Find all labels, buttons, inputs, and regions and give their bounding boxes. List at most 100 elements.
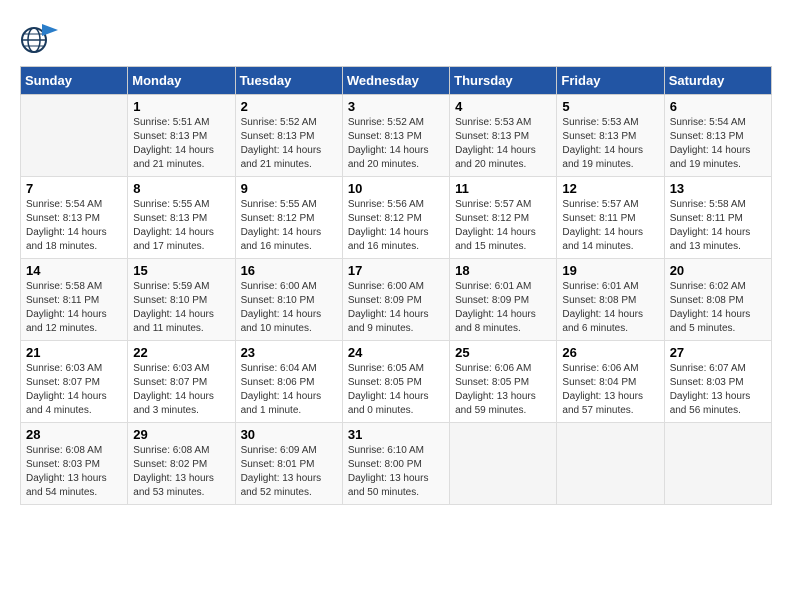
day-info: Sunrise: 5:53 AMSunset: 8:13 PMDaylight:… [562,116,658,172]
calendar-cell: 7Sunrise: 5:54 AMSunset: 8:13 PMDaylight… [21,177,128,259]
day-number: 12 [562,181,658,196]
day-info: Sunrise: 5:58 AMSunset: 8:11 PMDaylight:… [26,280,122,336]
day-info: Sunrise: 6:06 AMSunset: 8:04 PMDaylight:… [562,362,658,418]
weekday-header-friday: Friday [557,67,664,95]
day-info: Sunrise: 6:01 AMSunset: 8:08 PMDaylight:… [562,280,658,336]
day-number: 4 [455,99,551,114]
day-number: 21 [26,345,122,360]
day-number: 29 [133,427,229,442]
weekday-header-sunday: Sunday [21,67,128,95]
day-number: 18 [455,263,551,278]
calendar-cell [21,95,128,177]
day-number: 17 [348,263,444,278]
calendar-cell: 21 Sunrise: 6:03 AMSunset: 8:07 PMDayligh… [21,341,128,423]
logo-icon [20,20,56,56]
day-info: Sunrise: 5:54 AMSunset: 8:13 PMDaylight:… [670,116,766,172]
day-number: 23 [241,345,337,360]
day-number: 28 [26,427,122,442]
day-number: 26 [562,345,658,360]
day-info: Sunrise: 5:52 AMSunset: 8:13 PMDaylight:… [241,116,337,172]
day-info: Sunrise: 6:10 AMSunset: 8:00 PMDaylight:… [348,444,444,500]
day-info: Sunrise: 5:51 AMSunset: 8:13 PMDaylight:… [133,116,229,172]
day-info: Sunrise: 5:56 AMSunset: 8:12 PMDaylight:… [348,198,444,254]
calendar-cell: 22 Sunrise: 6:03 AMSunset: 8:07 PMDayligh… [128,341,235,423]
calendar-cell: 9 Sunrise: 5:55 AMSunset: 8:12 PMDaylight… [235,177,342,259]
calendar-cell: 30Sunrise: 6:09 AMSunset: 8:01 PMDayligh… [235,423,342,505]
day-info: Sunrise: 6:04 AMSunset: 8:06 PMDaylight:… [241,362,337,418]
day-info: Sunrise: 5:59 AMSunset: 8:10 PMDaylight:… [133,280,229,336]
day-number: 24 [348,345,444,360]
weekday-header-tuesday: Tuesday [235,67,342,95]
day-number: 15 [133,263,229,278]
day-number: 20 [670,263,766,278]
calendar-cell: 13 Sunrise: 5:58 AMSunset: 8:11 PMDayligh… [664,177,771,259]
day-info: Sunrise: 5:57 AMSunset: 8:12 PMDaylight:… [455,198,551,254]
day-number: 27 [670,345,766,360]
calendar-cell: 1Sunrise: 5:51 AMSunset: 8:13 PMDaylight… [128,95,235,177]
calendar-cell: 31 Sunrise: 6:10 AMSunset: 8:00 PMDayligh… [342,423,449,505]
calendar-cell: 14 Sunrise: 5:58 AMSunset: 8:11 PMDayligh… [21,259,128,341]
day-info: Sunrise: 6:02 AMSunset: 8:08 PMDaylight:… [670,280,766,336]
day-info: Sunrise: 6:00 AMSunset: 8:10 PMDaylight:… [241,280,337,336]
day-info: Sunrise: 5:55 AMSunset: 8:12 PMDaylight:… [241,198,337,254]
day-number: 31 [348,427,444,442]
day-number: 13 [670,181,766,196]
day-info: Sunrise: 5:55 AMSunset: 8:13 PMDaylight:… [133,198,229,254]
calendar-cell: 17 Sunrise: 6:00 AMSunset: 8:09 PMDayligh… [342,259,449,341]
calendar-cell: 4 Sunrise: 5:53 AMSunset: 8:13 PMDaylight… [450,95,557,177]
day-info: Sunrise: 6:08 AMSunset: 8:02 PMDaylight:… [133,444,229,500]
calendar-cell: 2 Sunrise: 5:52 AMSunset: 8:13 PMDaylight… [235,95,342,177]
calendar-cell: 26 Sunrise: 6:06 AMSunset: 8:04 PMDayligh… [557,341,664,423]
calendar-cell: 15 Sunrise: 5:59 AMSunset: 8:10 PMDayligh… [128,259,235,341]
weekday-header-monday: Monday [128,67,235,95]
logo [20,20,60,56]
calendar-cell: 16 Sunrise: 6:00 AMSunset: 8:10 PMDayligh… [235,259,342,341]
day-info: Sunrise: 5:53 AMSunset: 8:13 PMDaylight:… [455,116,551,172]
calendar-cell: 12 Sunrise: 5:57 AMSunset: 8:11 PMDayligh… [557,177,664,259]
day-info: Sunrise: 6:01 AMSunset: 8:09 PMDaylight:… [455,280,551,336]
calendar-cell: 3 Sunrise: 5:52 AMSunset: 8:13 PMDaylight… [342,95,449,177]
day-info: Sunrise: 6:07 AMSunset: 8:03 PMDaylight:… [670,362,766,418]
day-number: 5 [562,99,658,114]
weekday-header-wednesday: Wednesday [342,67,449,95]
day-info: Sunrise: 6:00 AMSunset: 8:09 PMDaylight:… [348,280,444,336]
day-number: 30 [241,427,337,442]
calendar-cell: 23 Sunrise: 6:04 AMSunset: 8:06 PMDayligh… [235,341,342,423]
day-info: Sunrise: 5:57 AMSunset: 8:11 PMDaylight:… [562,198,658,254]
calendar-cell: 10 Sunrise: 5:56 AMSunset: 8:12 PMDayligh… [342,177,449,259]
calendar-cell: 29 Sunrise: 6:08 AMSunset: 8:02 PMDayligh… [128,423,235,505]
day-number: 6 [670,99,766,114]
day-number: 14 [26,263,122,278]
calendar-cell: 28 Sunrise: 6:08 AMSunset: 8:03 PMDayligh… [21,423,128,505]
day-number: 8 [133,181,229,196]
day-number: 22 [133,345,229,360]
day-number: 11 [455,181,551,196]
calendar-cell: 27 Sunrise: 6:07 AMSunset: 8:03 PMDayligh… [664,341,771,423]
day-info: Sunrise: 5:54 AMSunset: 8:13 PMDaylight:… [26,198,122,254]
calendar-cell: 20 Sunrise: 6:02 AMSunset: 8:08 PMDayligh… [664,259,771,341]
day-number: 3 [348,99,444,114]
day-number: 9 [241,181,337,196]
day-number: 10 [348,181,444,196]
day-number: 2 [241,99,337,114]
day-info: Sunrise: 5:58 AMSunset: 8:11 PMDaylight:… [670,198,766,254]
day-number: 25 [455,345,551,360]
calendar-cell: 24 Sunrise: 6:05 AMSunset: 8:05 PMDayligh… [342,341,449,423]
weekday-header-thursday: Thursday [450,67,557,95]
day-info: Sunrise: 6:03 AMSunset: 8:07 PMDaylight:… [26,362,122,418]
calendar-cell: 8 Sunrise: 5:55 AMSunset: 8:13 PMDaylight… [128,177,235,259]
calendar-cell: 18 Sunrise: 6:01 AMSunset: 8:09 PMDayligh… [450,259,557,341]
calendar-cell: 25 Sunrise: 6:06 AMSunset: 8:05 PMDayligh… [450,341,557,423]
calendar-cell: 19Sunrise: 6:01 AMSunset: 8:08 PMDayligh… [557,259,664,341]
day-info: Sunrise: 6:08 AMSunset: 8:03 PMDaylight:… [26,444,122,500]
calendar-table: SundayMondayTuesdayWednesdayThursdayFrid… [20,66,772,505]
day-number: 16 [241,263,337,278]
header [20,20,772,56]
calendar-cell: 11 Sunrise: 5:57 AMSunset: 8:12 PMDayligh… [450,177,557,259]
day-info: Sunrise: 5:52 AMSunset: 8:13 PMDaylight:… [348,116,444,172]
calendar-cell [557,423,664,505]
day-info: Sunrise: 6:06 AMSunset: 8:05 PMDaylight:… [455,362,551,418]
day-info: Sunrise: 6:05 AMSunset: 8:05 PMDaylight:… [348,362,444,418]
day-info: Sunrise: 6:03 AMSunset: 8:07 PMDaylight:… [133,362,229,418]
weekday-header-saturday: Saturday [664,67,771,95]
